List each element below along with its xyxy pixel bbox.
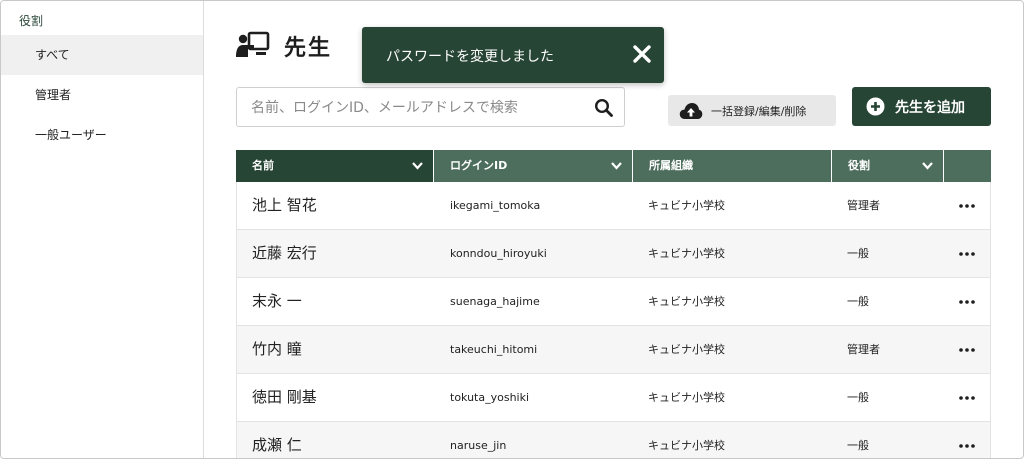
cell-role: 一般 — [847, 295, 869, 308]
column-header-label: 役割 — [848, 159, 870, 172]
cell-organization: キュビナ小学校 — [648, 343, 725, 356]
more-horizontal-icon — [959, 204, 975, 208]
plus-circle-icon — [866, 97, 885, 116]
cell-organization: キュビナ小学校 — [648, 391, 725, 404]
chevron-down-icon — [611, 162, 622, 170]
bulk-edit-button[interactable]: 一括登録/編集/削除 — [668, 95, 836, 126]
table-row[interactable]: 徳田 剛基 tokuta_yoshiki キュビナ小学校 一般 — [236, 374, 991, 422]
cell-login-id: konndou_hiroyuki — [450, 247, 547, 260]
more-options-button[interactable] — [952, 374, 982, 421]
cell-role: 管理者 — [847, 343, 880, 356]
chevron-down-icon — [412, 162, 423, 170]
sidebar-item-all[interactable]: すべて — [1, 35, 203, 75]
cell-name: 近藤 宏行 — [252, 244, 317, 262]
sidebar-item-admin[interactable]: 管理者 — [1, 75, 203, 115]
page-title: 先生 — [284, 36, 333, 61]
cell-organization: キュビナ小学校 — [648, 247, 725, 260]
table-row[interactable]: 成瀬 仁 naruse_jin キュビナ小学校 一般 — [236, 422, 991, 458]
cell-organization: キュビナ小学校 — [648, 439, 725, 452]
cell-name: 池上 智花 — [252, 196, 317, 214]
table-row[interactable]: 池上 智花 ikegami_tomoka キュビナ小学校 管理者 — [236, 182, 991, 230]
column-header-organization: 所属組織 — [633, 150, 832, 182]
cell-organization: キュビナ小学校 — [648, 199, 725, 212]
teacher-board-icon — [236, 31, 270, 57]
bulk-edit-label: 一括登録/編集/削除 — [711, 105, 807, 118]
search-box — [236, 87, 625, 127]
cell-name: 竹内 瞳 — [252, 340, 302, 358]
column-header-actions — [944, 150, 991, 182]
more-horizontal-icon — [959, 444, 975, 448]
sidebar-heading: 役割 — [19, 14, 44, 28]
cell-name: 末永 一 — [252, 292, 302, 310]
cell-role: 管理者 — [847, 199, 880, 212]
cell-role: 一般 — [847, 439, 869, 452]
table-row[interactable]: 近藤 宏行 konndou_hiroyuki キュビナ小学校 一般 — [236, 230, 991, 278]
column-header-name[interactable]: 名前 — [236, 150, 434, 182]
cell-role: 一般 — [847, 391, 869, 404]
cell-name: 成瀬 仁 — [252, 436, 302, 454]
more-horizontal-icon — [959, 300, 975, 304]
teacher-table: 名前 ログインID 所属組織 役割 池上 智花 ikegami_tomoka キ… — [236, 150, 991, 458]
cell-role: 一般 — [847, 247, 869, 260]
toast-notification: パスワードを変更しました — [362, 27, 664, 83]
more-options-button[interactable] — [952, 422, 982, 458]
cell-login-id: naruse_jin — [450, 439, 507, 452]
sidebar: 役割 すべて 管理者 一般ユーザー — [1, 1, 204, 458]
add-teacher-label: 先生を追加 — [895, 100, 965, 116]
search-input[interactable] — [251, 97, 581, 119]
column-header-label: ログインID — [450, 159, 508, 172]
cell-login-id: takeuchi_hitomi — [450, 343, 538, 356]
toast-message: パスワードを変更しました — [386, 49, 554, 65]
table-header: 名前 ログインID 所属組織 役割 — [236, 150, 991, 182]
cell-login-id: ikegami_tomoka — [450, 199, 541, 212]
search-icon[interactable] — [594, 98, 614, 118]
column-header-login-id[interactable]: ログインID — [434, 150, 633, 182]
more-options-button[interactable] — [952, 326, 982, 373]
column-header-role[interactable]: 役割 — [832, 150, 944, 182]
table-row[interactable]: 末永 一 suenaga_hajime キュビナ小学校 一般 — [236, 278, 991, 326]
cloud-upload-icon — [679, 103, 703, 119]
more-options-button[interactable] — [952, 278, 982, 325]
cell-login-id: suenaga_hajime — [450, 295, 540, 308]
cell-login-id: tokuta_yoshiki — [450, 391, 530, 404]
more-horizontal-icon — [959, 348, 975, 352]
close-icon[interactable] — [630, 42, 654, 66]
column-header-label: 名前 — [252, 159, 274, 172]
more-horizontal-icon — [959, 252, 975, 256]
cell-name: 徳田 剛基 — [252, 388, 317, 406]
cell-organization: キュビナ小学校 — [648, 295, 725, 308]
more-options-button[interactable] — [952, 182, 982, 229]
more-options-button[interactable] — [952, 230, 982, 277]
table-row[interactable]: 竹内 瞳 takeuchi_hitomi キュビナ小学校 管理者 — [236, 326, 991, 374]
chevron-down-icon — [922, 162, 933, 170]
column-header-label: 所属組織 — [649, 159, 693, 172]
more-horizontal-icon — [959, 396, 975, 400]
sidebar-item-general-user[interactable]: 一般ユーザー — [1, 115, 203, 155]
add-teacher-button[interactable]: 先生を追加 — [852, 87, 991, 126]
app-window: 役割 すべて 管理者 一般ユーザー 先生 パスワードを変更しました 一括登録/編… — [0, 0, 1024, 459]
